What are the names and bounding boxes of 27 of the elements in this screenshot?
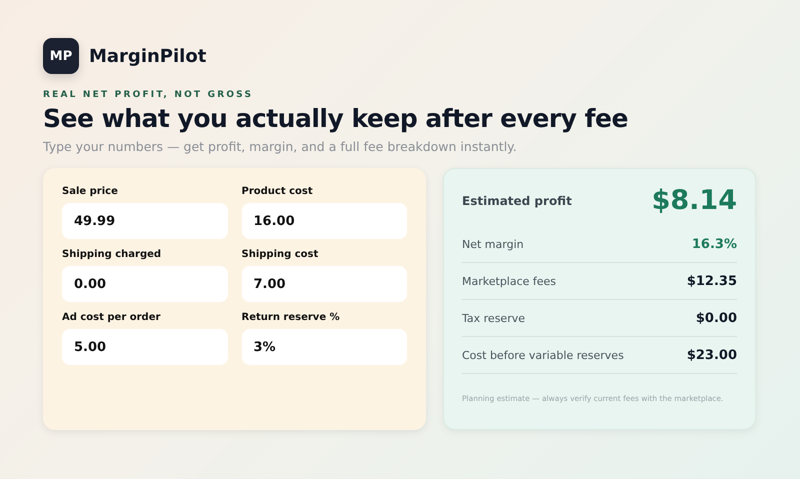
result-label: Marketplace fees	[462, 274, 556, 288]
input-field[interactable]: 7.00	[242, 266, 407, 302]
result-label: Net margin	[462, 238, 524, 250]
result-value: 16.3%	[692, 236, 737, 252]
brand-name: MarginPilot	[89, 46, 206, 66]
field-label: Sale price	[62, 186, 118, 197]
input-field[interactable]: 3%	[242, 329, 407, 365]
eyebrow-text: REAL NET PROFIT, NOT GROSS	[43, 90, 254, 100]
app-logo: MP	[43, 38, 79, 74]
result-value: $23.00	[686, 348, 737, 362]
result-value: $0.00	[696, 310, 737, 326]
result-label: Cost before variable reserves	[462, 348, 624, 362]
field-label: Return reserve %	[242, 312, 340, 323]
field-label: Product cost	[242, 186, 313, 197]
input-field[interactable]: 0.00	[62, 266, 228, 302]
headline: See what you actually keep after every fee	[43, 104, 628, 133]
profit-value: $8.14	[652, 185, 737, 216]
result-label: Tax reserve	[462, 312, 525, 324]
profit-label: Estimated profit	[462, 194, 572, 208]
input-field[interactable]: 16.00	[242, 203, 407, 239]
field-label: Shipping charged	[62, 249, 162, 260]
input-field[interactable]: 5.00	[62, 329, 228, 365]
input-field[interactable]: 49.99	[62, 203, 228, 239]
result-value: $12.35	[686, 274, 737, 288]
field-label: Shipping cost	[242, 249, 318, 260]
field-label: Ad cost per order	[62, 312, 160, 323]
subtitle: Type your numbers — get profit, margin, and a full fee breakdown instantly.	[43, 139, 517, 154]
